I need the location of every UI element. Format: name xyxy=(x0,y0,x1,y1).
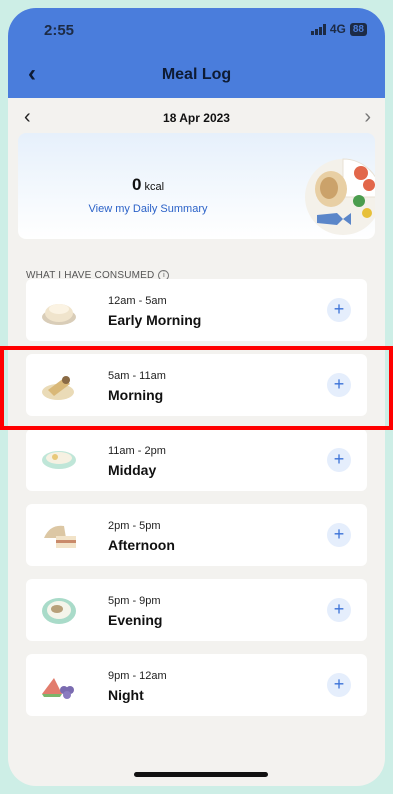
add-meal-button[interactable]: + xyxy=(327,373,351,397)
add-meal-button[interactable]: + xyxy=(327,598,351,622)
meal-item-night[interactable]: 9pm - 12am Night + xyxy=(26,654,367,716)
status-time: 2:55 xyxy=(44,22,75,39)
breakfast-icon xyxy=(42,376,74,400)
meal-time-range: 9pm - 12am xyxy=(108,670,167,682)
nav-bar: ‹ Meal Log xyxy=(8,52,385,98)
status-bar: 2:55 4G 88 xyxy=(8,8,385,52)
view-daily-summary-link[interactable]: View my Daily Summary xyxy=(18,203,278,215)
meal-name: Morning xyxy=(108,387,164,403)
meal-time-range: 5pm - 9pm xyxy=(108,595,161,607)
food-plate-illustration xyxy=(305,158,375,235)
add-meal-button[interactable]: + xyxy=(327,673,351,697)
plate-icon xyxy=(42,598,76,624)
meal-item-morning[interactable]: 5am - 11am Morning + xyxy=(26,354,367,416)
meal-name: Night xyxy=(108,687,144,703)
dumpling-icon xyxy=(42,304,76,325)
meal-name: Evening xyxy=(108,612,163,628)
meal-name: Midday xyxy=(108,462,157,478)
status-indicators: 4G 88 xyxy=(310,22,367,36)
meal-name: Afternoon xyxy=(108,537,175,553)
network-label: 4G xyxy=(329,22,346,36)
current-date: 18 Apr 2023 xyxy=(163,111,230,125)
meal-time-range: 11am - 2pm xyxy=(108,445,166,457)
kcal-value: 0 xyxy=(131,175,142,194)
cake-icon xyxy=(44,525,76,548)
add-meal-button[interactable]: + xyxy=(327,448,351,472)
daily-summary-card[interactable]: 0 kcal View my Daily Summary xyxy=(18,133,375,239)
battery-icon: 88 xyxy=(349,22,367,36)
meal-item-evening[interactable]: 5pm - 9pm Evening + xyxy=(26,579,367,641)
add-meal-button[interactable]: + xyxy=(327,298,351,322)
page-title: Meal Log xyxy=(161,66,232,83)
date-navigator: ‹ 18 Apr 2023 › xyxy=(8,98,385,138)
phone-screen: 2:55 4G 88 ‹ Meal Log ‹ 18 Apr 2023 › 0k… xyxy=(8,8,385,786)
meal-time-range: 5am - 11am xyxy=(108,370,166,382)
home-indicator xyxy=(134,772,268,777)
kcal-unit: kcal xyxy=(144,181,165,193)
fruit-icon xyxy=(42,678,74,699)
meal-time-range: 12am - 5am xyxy=(108,295,167,307)
add-meal-button[interactable]: + xyxy=(327,523,351,547)
bowl-icon xyxy=(42,451,76,469)
meal-name: Early Morning xyxy=(108,312,202,328)
meal-item-midday[interactable]: 11am - 2pm Midday + xyxy=(26,429,367,491)
signal-icon xyxy=(310,23,326,35)
meal-item-early-morning[interactable]: 12am - 5am Early Morning + xyxy=(26,279,367,341)
meal-time-range: 2pm - 5pm xyxy=(108,520,161,532)
next-day-button[interactable]: › xyxy=(364,106,371,129)
kcal-total: 0 kcal xyxy=(18,175,278,195)
meal-item-afternoon[interactable]: 2pm - 5pm Afternoon + xyxy=(26,504,367,566)
